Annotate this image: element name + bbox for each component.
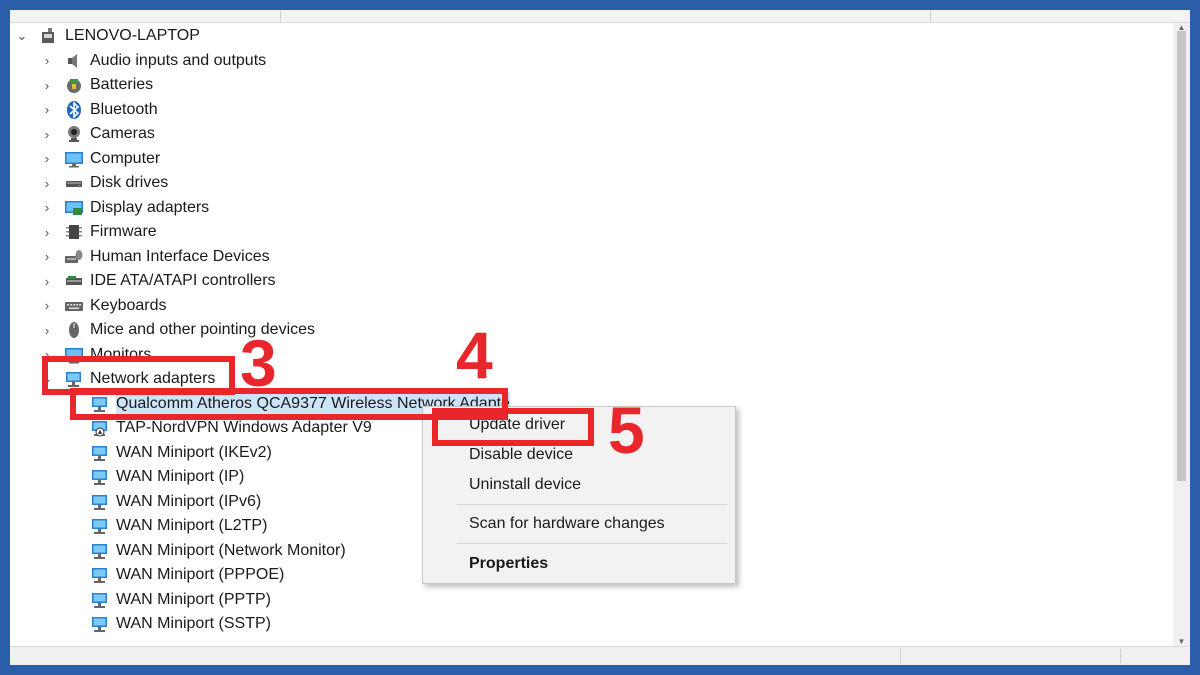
step-4-label: 4: [456, 318, 493, 392]
expand-chevron-icon[interactable]: ›: [40, 73, 54, 97]
network-adapter-warning-icon: [90, 418, 110, 438]
tree-item-label: IDE ATA/ATAPI controllers: [90, 272, 276, 289]
tree-root-computer[interactable]: ⌄ LENOVO-LAPTOP: [15, 24, 200, 48]
network-adapter-icon: [90, 541, 110, 561]
menu-item-disable-device[interactable]: Disable device: [469, 443, 573, 467]
tree-device-wan-miniport-ikev2-[interactable]: WAN Miniport (IKEv2): [90, 441, 272, 465]
tree-category-disk-drives[interactable]: › Disk drives: [40, 171, 168, 195]
tree-device-wan-miniport-pptp-[interactable]: WAN Miniport (PPTP): [90, 588, 271, 612]
tree-item-label: LENOVO-LAPTOP: [65, 27, 200, 44]
menu-separator: [457, 543, 727, 544]
disk-drive-icon: [64, 173, 84, 193]
tree-item-label: Keyboards: [90, 296, 167, 314]
speaker-icon: [64, 51, 84, 71]
toolbar-divider: [930, 10, 931, 22]
toolbar-strip: [10, 10, 1190, 23]
highlight-update-driver: [432, 408, 594, 446]
network-adapter-icon: [90, 565, 110, 585]
expand-chevron-icon[interactable]: ›: [40, 220, 54, 244]
device-manager-window: ⌄ LENOVO-LAPTOP › Audio inputs and outputs ›…: [10, 10, 1190, 665]
tree-item-label: Bluetooth: [90, 100, 158, 118]
tree-item-label: WAN Miniport (PPTP): [116, 590, 271, 608]
status-bar: [10, 646, 1190, 665]
expand-chevron-icon[interactable]: ›: [40, 196, 54, 220]
tree-item-label: WAN Miniport (SSTP): [116, 615, 271, 632]
tree-device-wan-miniport-pppoe-[interactable]: WAN Miniport (PPPOE): [90, 563, 284, 587]
display-adapter-icon: [64, 198, 84, 218]
expand-chevron-icon[interactable]: ›: [40, 171, 54, 195]
computer-root-icon: [39, 26, 59, 46]
tree-item-label: WAN Miniport (IKEv2): [116, 443, 272, 461]
menu-item-uninstall-device[interactable]: Uninstall device: [469, 473, 581, 497]
menu-item-scan-hardware[interactable]: Scan for hardware changes: [469, 512, 665, 536]
tree-category-human-interface-devices[interactable]: › Human Interface Devices: [40, 245, 270, 269]
menu-item-properties[interactable]: Properties: [469, 552, 548, 576]
tree-device-wan-miniport-network-monitor-[interactable]: WAN Miniport (Network Monitor): [90, 539, 346, 563]
network-adapter-icon: [90, 443, 110, 463]
expand-chevron-icon[interactable]: ›: [40, 294, 54, 318]
network-adapter-icon: [90, 590, 110, 610]
step-5-label: 5: [608, 393, 645, 467]
expand-chevron-icon[interactable]: ›: [40, 269, 54, 293]
tree-category-keyboards[interactable]: › Keyboards: [40, 294, 167, 318]
tree-item-label: Human Interface Devices: [90, 247, 270, 265]
tree-category-audio-inputs-and-outputs[interactable]: › Audio inputs and outputs: [40, 49, 266, 73]
tree-category-batteries[interactable]: › Batteries: [40, 73, 153, 97]
status-divider: [900, 649, 901, 663]
mouse-icon: [64, 320, 84, 340]
network-adapter-icon: [90, 614, 110, 634]
monitor-icon: [64, 149, 84, 169]
tree-item-label: Cameras: [90, 125, 155, 142]
camera-icon: [64, 124, 84, 144]
tree-item-label: WAN Miniport (L2TP): [116, 517, 268, 534]
tree-item-label: Display adapters: [90, 198, 210, 216]
expand-chevron-icon[interactable]: ›: [40, 318, 54, 342]
vertical-scrollbar[interactable]: ▲ ▼: [1173, 23, 1190, 647]
tree-device-wan-miniport-ipv6-[interactable]: WAN Miniport (IPv6): [90, 490, 261, 514]
network-adapter-icon: [90, 492, 110, 512]
tree-item-label: WAN Miniport (PPPOE): [116, 566, 285, 583]
tree-category-cameras[interactable]: › Cameras: [40, 122, 155, 146]
tree-category-computer[interactable]: › Computer: [40, 147, 160, 171]
scrollbar-thumb[interactable]: [1177, 31, 1186, 481]
tree-item-label: Batteries: [90, 76, 154, 93]
keyboard-icon: [64, 296, 84, 316]
expand-chevron-icon[interactable]: ›: [40, 245, 54, 269]
hid-icon: [64, 247, 84, 267]
expand-chevron-icon[interactable]: ›: [40, 49, 54, 73]
network-adapter-icon: [90, 516, 110, 536]
tree-item-label: Computer: [90, 149, 161, 167]
tree-device-wan-miniport-ip-[interactable]: WAN Miniport (IP): [90, 465, 244, 489]
tree-device-wan-miniport-sstp-[interactable]: WAN Miniport (SSTP): [90, 612, 271, 636]
tree-item-label: WAN Miniport (IP): [116, 468, 245, 485]
collapse-chevron-icon[interactable]: ⌄: [15, 24, 29, 48]
battery-icon: [64, 75, 84, 95]
expand-chevron-icon[interactable]: ›: [40, 147, 54, 171]
tree-item-label: WAN Miniport (IPv6): [116, 492, 262, 510]
toolbar-divider: [280, 10, 281, 22]
tree-category-display-adapters[interactable]: › Display adapters: [40, 196, 209, 220]
expand-chevron-icon[interactable]: ›: [40, 122, 54, 146]
tree-item-label: Mice and other pointing devices: [90, 321, 316, 338]
tree-item-label: Disk drives: [90, 174, 169, 191]
tree-item-label: WAN Miniport (Network Monitor): [116, 541, 346, 559]
bluetooth-icon: [64, 100, 84, 120]
status-divider: [1120, 649, 1121, 663]
menu-separator: [457, 504, 727, 505]
tree-category-ide-ata-atapi-controllers[interactable]: › IDE ATA/ATAPI controllers: [40, 269, 276, 293]
tree-category-bluetooth[interactable]: › Bluetooth: [40, 98, 158, 122]
tree-category-firmware[interactable]: › Firmware: [40, 220, 157, 244]
network-adapter-icon: [90, 467, 110, 487]
tree-item-label: Firmware: [90, 223, 157, 240]
step-3-label: 3: [240, 326, 277, 400]
tree-device-wan-miniport-l2tp-[interactable]: WAN Miniport (L2TP): [90, 514, 267, 538]
firmware-chip-icon: [64, 222, 84, 242]
tree-item-label: Audio inputs and outputs: [90, 51, 267, 69]
expand-chevron-icon[interactable]: ›: [40, 98, 54, 122]
ide-controller-icon: [64, 271, 84, 291]
